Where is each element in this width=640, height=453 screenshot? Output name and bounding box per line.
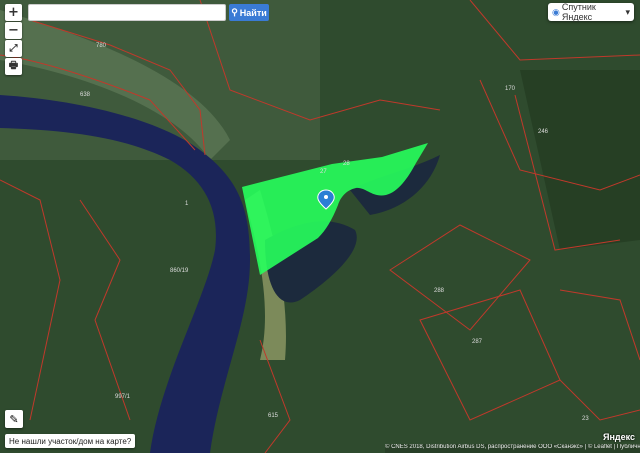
map-attribution: © CNES 2018, Distribution Airbus DS, рас…: [385, 444, 640, 453]
radio-icon: ◉: [552, 6, 560, 17]
parcel-number-label: 997/1: [115, 394, 131, 400]
yandex-logo: Яндекс: [603, 432, 636, 442]
pencil-icon: ✎: [9, 413, 19, 426]
edit-button[interactable]: ✎: [5, 410, 23, 428]
search-button-label: Найти: [239, 7, 267, 18]
parcel-number-label: 246: [538, 129, 549, 135]
print-button[interactable]: 🖶: [5, 58, 22, 75]
search-input[interactable]: [28, 4, 226, 21]
parcel-number-label: 615: [268, 413, 279, 419]
parcel-number-label: 287: [472, 339, 483, 345]
search-button[interactable]: ⚲ Найти: [229, 4, 269, 21]
parcel-number-label: 288: [434, 288, 445, 294]
layer-select[interactable]: ◉ Спутник Яндекс ▾: [548, 2, 634, 22]
printer-icon: 🖶: [8, 60, 19, 71]
parcel-number-label: 780: [96, 43, 107, 49]
zoom-out-button[interactable]: −: [5, 22, 22, 39]
chevron-down-icon: ▾: [625, 6, 630, 17]
parcel-number-label: 170: [505, 86, 516, 92]
layer-select-label: Спутник Яндекс: [561, 2, 596, 22]
fullscreen-button[interactable]: ⤢: [5, 40, 22, 57]
fullscreen-icon: ⤢: [9, 43, 18, 54]
parcel-number-label: 860/19: [170, 268, 189, 274]
not-found-button[interactable]: Не нашли участок/дом на карте?: [5, 434, 136, 448]
parcel-number-label: 638: [80, 92, 91, 98]
satellite-map[interactable]: 7806381702462728860/191288287997/1615 23: [0, 0, 640, 453]
parcel-number-label: 28: [343, 161, 350, 167]
zoom-in-button[interactable]: +: [5, 4, 22, 21]
parcel-number-label: 27: [320, 169, 327, 175]
parcel-number-label: 23: [582, 416, 589, 422]
search-icon: ⚲: [231, 7, 238, 17]
